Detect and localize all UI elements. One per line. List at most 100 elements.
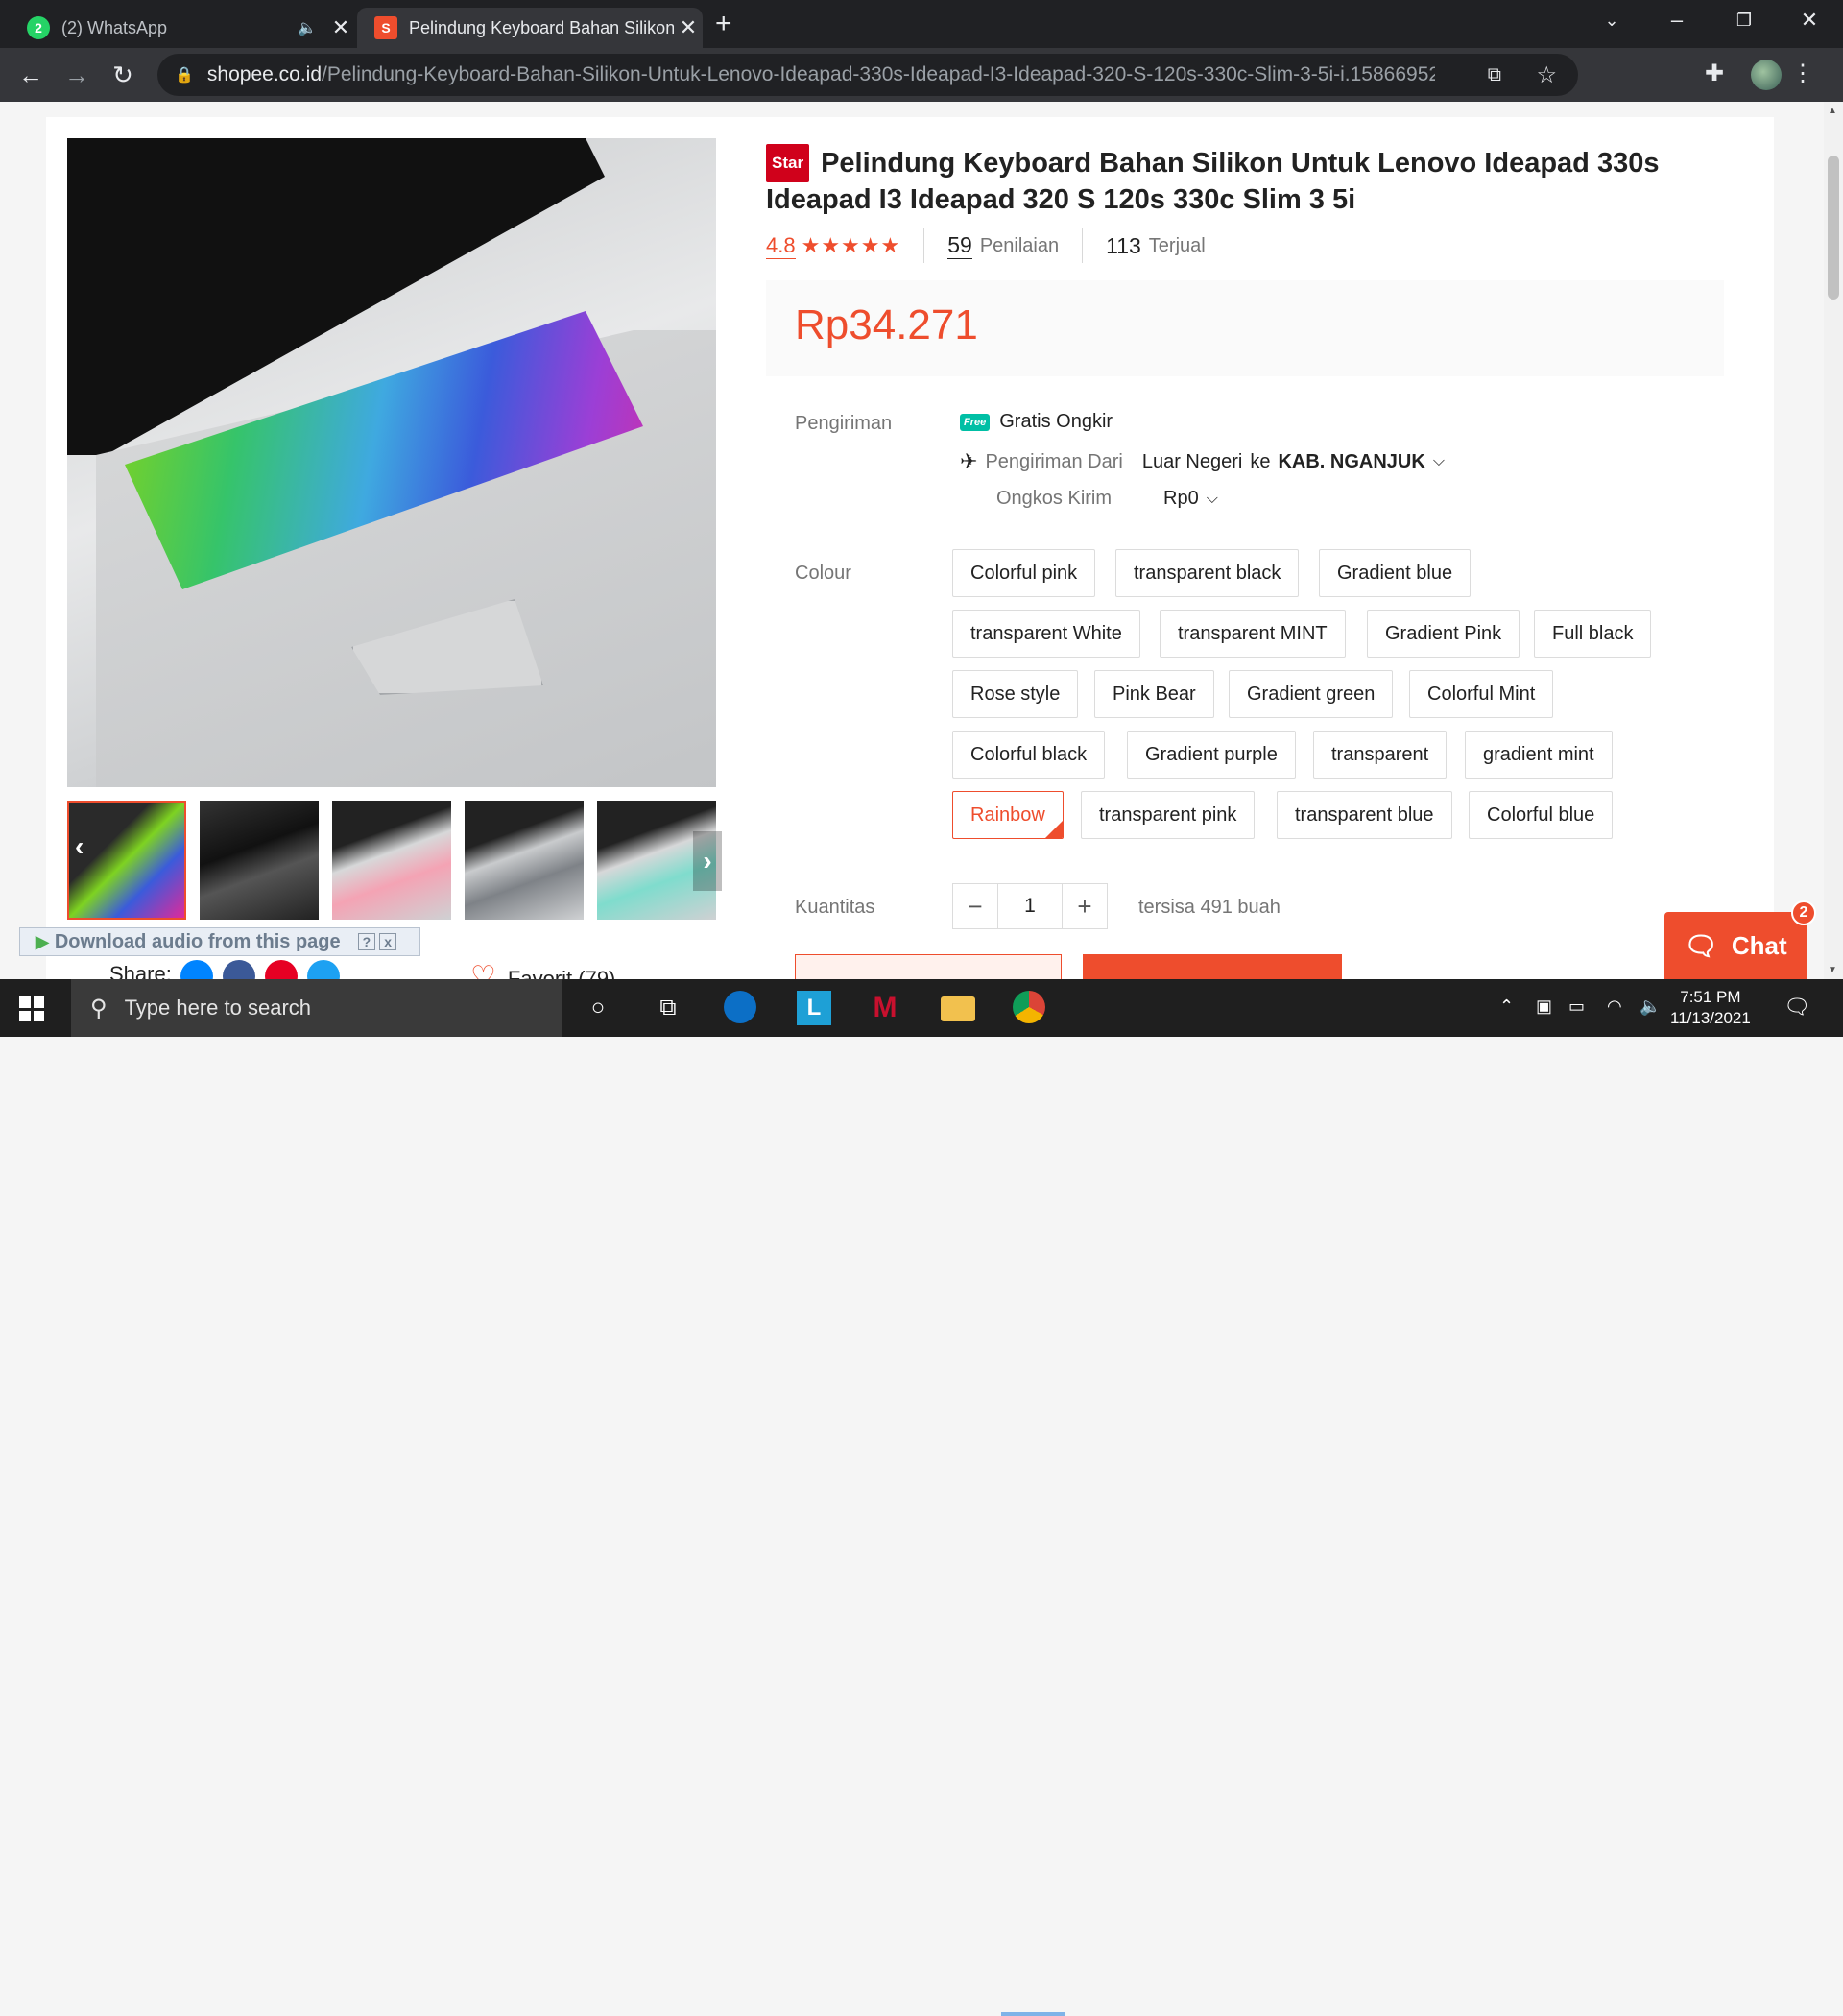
colour-option[interactable]: Rose style: [952, 670, 1079, 718]
mcafee-icon[interactable]: M: [868, 991, 902, 1025]
speaker-icon[interactable]: 🔈: [298, 18, 317, 37]
tray-chevron-icon[interactable]: ⌃: [1499, 996, 1514, 1017]
colour-option[interactable]: transparent White: [952, 610, 1140, 658]
tab-search-icon[interactable]: ⌄: [1578, 0, 1645, 40]
free-shipping-text: Gratis Ongkir: [999, 411, 1113, 432]
menu-icon[interactable]: ⋮: [1791, 60, 1814, 87]
chevron-down-icon[interactable]: ⌵: [1433, 453, 1445, 470]
colour-option-selected[interactable]: Rainbow: [952, 791, 1064, 839]
thumbnail-1[interactable]: [67, 801, 186, 920]
taskbar-search[interactable]: ⚲ Type here to search: [71, 979, 562, 1037]
colour-option[interactable]: Gradient green: [1229, 670, 1394, 718]
extensions-icon[interactable]: ✚: [1705, 60, 1724, 87]
chrome-icon[interactable]: [1013, 991, 1045, 1023]
file-explorer-icon[interactable]: [941, 996, 975, 1021]
close-tab-icon[interactable]: ✕: [326, 15, 355, 40]
colour-option[interactable]: Colorful blue: [1469, 791, 1614, 839]
colour-option[interactable]: transparent MINT: [1160, 610, 1346, 658]
tab-title: Pelindung Keyboard Bahan Silikon: [409, 17, 674, 37]
clock[interactable]: 7:51 PM 11/13/2021: [1670, 987, 1751, 1029]
clock-date: 11/13/2021: [1670, 1009, 1751, 1027]
launcher-icon[interactable]: L: [797, 991, 831, 1025]
new-tab-button[interactable]: +: [715, 8, 732, 40]
active-app-indicator: [1001, 2012, 1065, 2016]
rating-stars-icon: ★★★★★: [801, 233, 901, 257]
colour-option[interactable]: Gradient purple: [1127, 731, 1296, 779]
colour-option[interactable]: Full black: [1534, 610, 1652, 658]
thumbnail-3[interactable]: [332, 801, 451, 920]
edge-icon[interactable]: [724, 991, 756, 1023]
free-shipping-icon: Free: [960, 413, 991, 431]
quantity-input[interactable]: 1: [998, 883, 1062, 929]
browser-toolbar: ← → ↻ 🔒 shopee.co.id /Pelindung-Keyboard…: [0, 48, 1843, 102]
price-box: Rp34.271: [766, 280, 1724, 376]
colour-option[interactable]: gradient mint: [1465, 731, 1613, 779]
download-audio-bar[interactable]: ▶ Download audio from this page ? x: [19, 927, 420, 956]
colour-option[interactable]: Gradient Pink: [1367, 610, 1520, 658]
translate-icon[interactable]: ⧉: [1488, 64, 1501, 86]
tab-whatsapp[interactable]: 2 (2) WhatsApp 🔈 ✕: [10, 8, 355, 48]
scroll-down-icon[interactable]: ▼: [1828, 965, 1837, 975]
search-icon: ⚲: [90, 995, 108, 1021]
help-button[interactable]: ?: [357, 933, 376, 950]
colour-option[interactable]: transparent blue: [1277, 791, 1452, 839]
colour-option[interactable]: Pink Bear: [1094, 670, 1214, 718]
close-window-button[interactable]: ✕: [1776, 0, 1843, 40]
quantity-stepper: − 1 +: [952, 883, 1108, 929]
thumbnail-4[interactable]: [465, 801, 584, 920]
forward-button[interactable]: →: [60, 58, 94, 92]
product-main-image[interactable]: [67, 138, 716, 787]
meet-icon[interactable]: ▣: [1536, 996, 1552, 1017]
play-icon: ▶: [36, 931, 49, 951]
download-audio-label[interactable]: Download audio from this page: [55, 931, 341, 953]
colour-option[interactable]: Colorful pink: [952, 549, 1096, 597]
clock-time: 7:51 PM: [1680, 988, 1741, 1006]
stock-text: tersisa 491 buah: [1138, 897, 1281, 918]
bookmark-star-icon[interactable]: ☆: [1536, 61, 1557, 89]
restore-button[interactable]: ❐: [1711, 0, 1778, 40]
thumbnail-next-icon[interactable]: ›: [693, 831, 722, 891]
chat-button[interactable]: 🗨 Chat 2: [1664, 900, 1816, 979]
reload-button[interactable]: ↻: [106, 58, 140, 92]
colour-option[interactable]: Colorful Mint: [1409, 670, 1554, 718]
start-button-icon[interactable]: [19, 996, 44, 1021]
volume-icon[interactable]: 🔈: [1640, 996, 1661, 1017]
colour-option[interactable]: transparent pink: [1081, 791, 1256, 839]
minimize-button[interactable]: –: [1643, 0, 1711, 40]
increment-button[interactable]: +: [1062, 883, 1108, 929]
shipping-cost-value[interactable]: Rp0: [1163, 488, 1199, 510]
reviews-count[interactable]: 59: [947, 232, 972, 259]
close-tab-icon[interactable]: ✕: [674, 15, 703, 40]
colour-option[interactable]: Gradient blue: [1319, 549, 1472, 597]
rating-value[interactable]: 4.8: [766, 233, 796, 259]
profile-avatar[interactable]: [1751, 60, 1782, 90]
chevron-down-icon[interactable]: ⌵: [1207, 491, 1218, 508]
sold-label: Terjual: [1148, 234, 1206, 256]
colour-option[interactable]: Colorful black: [952, 731, 1106, 779]
notifications-icon[interactable]: 🗨: [1783, 995, 1810, 1020]
scroll-up-icon[interactable]: ▲: [1828, 106, 1837, 116]
url-domain: shopee.co.id: [206, 63, 323, 85]
colour-option[interactable]: transparent: [1313, 731, 1448, 779]
chat-icon: 🗨: [1684, 930, 1718, 961]
whatsapp-icon: 2: [27, 16, 50, 39]
back-button[interactable]: ←: [13, 58, 48, 92]
free-shipping-row: Free Gratis Ongkir: [960, 411, 1113, 433]
battery-icon[interactable]: ▭: [1568, 996, 1585, 1017]
tab-shopee[interactable]: S Pelindung Keyboard Bahan Silikon ✕: [357, 8, 703, 48]
thumbnail-2[interactable]: [200, 801, 319, 920]
shipping-destination[interactable]: KAB. NGANJUK: [1278, 451, 1424, 473]
address-bar[interactable]: 🔒 shopee.co.id /Pelindung-Keyboard-Bahan…: [157, 54, 1578, 96]
thumbnail-prev-icon[interactable]: ‹: [75, 831, 84, 862]
lock-icon[interactable]: 🔒: [175, 65, 194, 84]
cortana-icon[interactable]: ○: [581, 991, 615, 1025]
shipping-to-word: ke: [1250, 450, 1271, 472]
page-scrollbar[interactable]: ▲ ▼: [1824, 102, 1843, 979]
colour-option[interactable]: transparent black: [1115, 549, 1300, 597]
decrement-button[interactable]: −: [952, 883, 998, 929]
task-view-icon[interactable]: ⧉: [651, 991, 685, 1025]
close-button[interactable]: x: [379, 933, 396, 950]
scrollbar-thumb[interactable]: [1828, 156, 1839, 300]
wifi-icon[interactable]: ◠: [1607, 996, 1622, 1017]
star-badge: Star: [766, 144, 810, 182]
